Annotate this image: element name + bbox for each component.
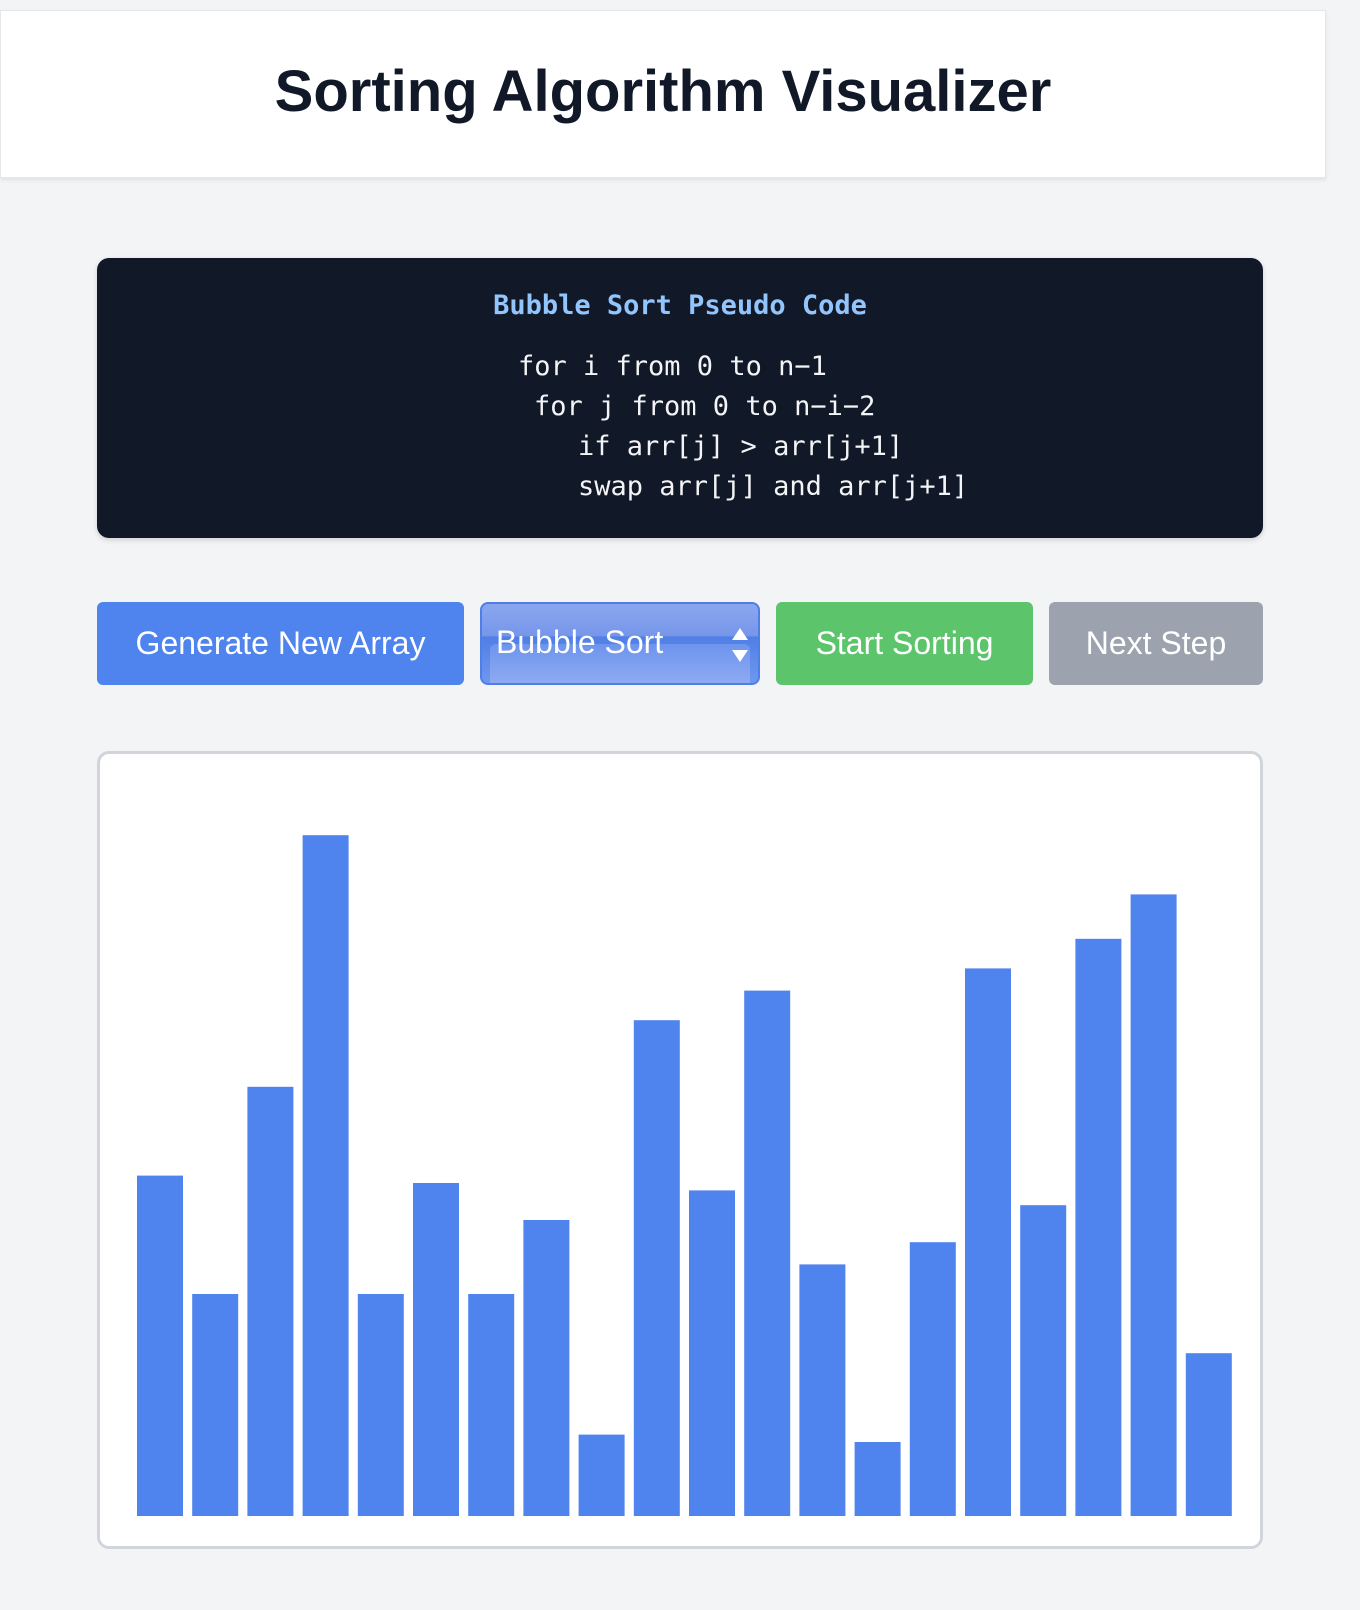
pseudocode-panel: Bubble Sort Pseudo Code for i from 0 to … — [97, 258, 1263, 538]
pseudocode-line: swap arr[j] and arr[j+1] — [578, 471, 969, 502]
next-step-button[interactable]: Next Step — [1049, 602, 1263, 685]
pseudocode-line: for i from 0 to n−1 — [518, 351, 827, 382]
pseudocode-line: for j from 0 to n−i−2 — [534, 391, 876, 422]
array-bar — [799, 1264, 846, 1516]
array-bar — [1020, 1205, 1067, 1516]
array-bar — [633, 1020, 680, 1516]
pseudocode-line: if arr[j] > arr[j+1] — [578, 431, 904, 462]
chevron-up-icon — [732, 628, 748, 640]
array-bar — [468, 1294, 515, 1516]
pseudocode-title: Bubble Sort Pseudo Code — [493, 290, 867, 321]
generate-new-array-button[interactable]: Generate New Array — [97, 602, 464, 685]
array-bar — [302, 835, 349, 1516]
start-sorting-button[interactable]: Start Sorting — [776, 602, 1033, 685]
array-bar — [854, 1442, 901, 1516]
header-bar: Sorting Algorithm Visualizer — [0, 10, 1326, 178]
array-bar — [137, 1175, 183, 1516]
algorithm-select[interactable]: Bubble Sort — [480, 602, 760, 685]
array-bar — [523, 1220, 570, 1516]
array-bar — [1130, 894, 1177, 1516]
chevron-down-icon — [732, 650, 748, 662]
array-bar — [1185, 1353, 1232, 1516]
algorithm-select-value: Bubble Sort — [496, 624, 664, 660]
select-arrows-icon — [732, 628, 748, 662]
array-bar — [689, 1190, 735, 1516]
array-bar — [965, 968, 1011, 1516]
array-bar — [413, 1183, 459, 1516]
array-bar — [192, 1294, 239, 1516]
array-bar — [744, 990, 791, 1516]
bar-chart — [137, 835, 1232, 1516]
array-bar — [247, 1086, 294, 1516]
array-bar — [1075, 938, 1122, 1516]
array-bar — [357, 1294, 404, 1516]
array-visualization — [97, 751, 1263, 1549]
page-title: Sorting Algorithm Visualizer — [274, 58, 1052, 124]
array-bar — [909, 1242, 956, 1516]
array-bar — [578, 1434, 625, 1516]
